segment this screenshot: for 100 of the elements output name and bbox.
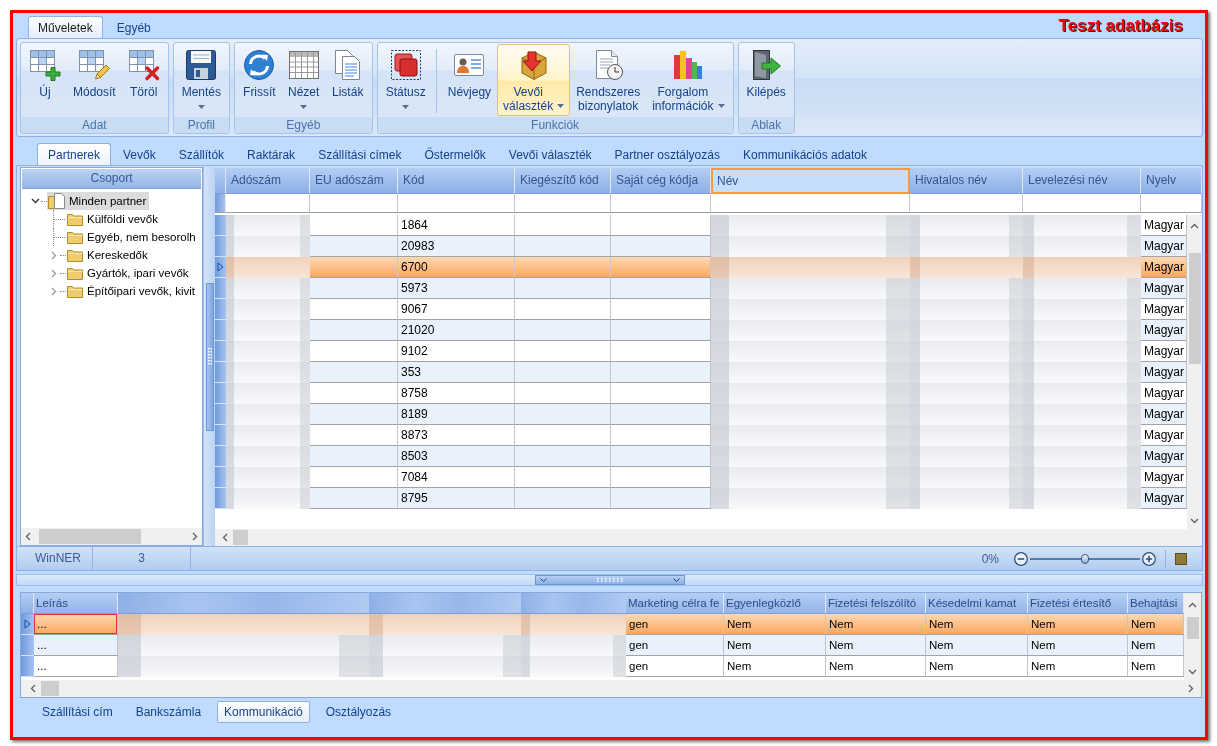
chevron-left-icon[interactable] xyxy=(30,684,36,693)
chevron-right-icon[interactable] xyxy=(51,268,57,278)
table-row[interactable]: 9102 Magyar xyxy=(215,341,1187,362)
ribbon-button[interactable]: Kilépés xyxy=(740,44,792,116)
column-header[interactable]: Marketing célra fe xyxy=(626,593,724,614)
tab[interactable]: Partnerek xyxy=(37,143,112,165)
splitter-bar[interactable] xyxy=(16,574,1203,586)
ribbon-button[interactable]: Frissít xyxy=(237,44,282,116)
filter-field[interactable] xyxy=(398,194,515,213)
column-header[interactable]: Nyelv xyxy=(1141,168,1202,194)
scroll-thumb[interactable] xyxy=(1188,253,1201,364)
table-row[interactable]: 21020 Magyar xyxy=(215,320,1187,341)
chevron-up-icon[interactable] xyxy=(1190,223,1199,229)
table-row[interactable]: 5973 Magyar xyxy=(215,278,1187,299)
filter-field[interactable] xyxy=(515,194,611,213)
zoom-in-icon[interactable] xyxy=(1142,551,1156,566)
ribbon-button[interactable]: Nézet xyxy=(281,44,326,116)
table-row[interactable]: 7084 Magyar xyxy=(215,467,1187,488)
scroll-thumb[interactable] xyxy=(39,529,141,544)
ribbon-button[interactable]: Töröl xyxy=(121,44,166,116)
table-row[interactable]: 8503 Magyar xyxy=(215,446,1187,467)
scrollbar[interactable] xyxy=(21,680,1201,697)
tree-item[interactable]: Kereskedők xyxy=(66,246,151,264)
column-header[interactable]: Kód xyxy=(398,168,515,194)
tab[interactable]: Kommunikációs adatok xyxy=(731,143,878,165)
row-selector[interactable] xyxy=(215,383,226,404)
row-selector[interactable] xyxy=(215,257,226,278)
filter-field[interactable] xyxy=(910,194,1023,213)
scrollbar[interactable] xyxy=(1187,215,1202,529)
ribbon-button[interactable]: Módosít xyxy=(67,44,122,116)
chevron-down-icon[interactable] xyxy=(1190,518,1199,524)
table-row[interactable]: 8758 Magyar xyxy=(215,383,1187,404)
ribbon-button[interactable]: Mentés xyxy=(175,44,228,116)
row-selector[interactable] xyxy=(21,614,34,635)
slider-thumb[interactable] xyxy=(1081,553,1089,564)
column-header[interactable]: Saját cég kódja xyxy=(611,168,711,194)
table-row[interactable]: 8795 Magyar xyxy=(215,488,1187,509)
scroll-thumb[interactable] xyxy=(1186,617,1199,639)
table-row[interactable]: ... gen Nem Nem Nem Nem Nem xyxy=(21,635,1184,656)
column-header[interactable]: Levelezési név xyxy=(1023,168,1141,194)
tab[interactable]: Őstermelők xyxy=(413,143,497,165)
tab[interactable]: Szállítók xyxy=(167,143,236,165)
row-selector[interactable] xyxy=(215,446,226,467)
scrollbar[interactable] xyxy=(1184,593,1201,680)
scrollbar[interactable] xyxy=(21,528,202,545)
tab[interactable]: Bankszámla xyxy=(128,700,209,723)
tab[interactable]: Vevői választék xyxy=(497,143,603,165)
ribbon-button[interactable]: Listák xyxy=(325,44,370,116)
row-selector[interactable] xyxy=(215,404,226,425)
table-row[interactable]: 9067 Magyar xyxy=(215,299,1187,320)
chevron-right-icon[interactable] xyxy=(51,250,57,260)
splitter-handle[interactable] xyxy=(205,282,214,431)
row-selector[interactable] xyxy=(21,635,34,656)
row-selector[interactable] xyxy=(215,215,226,236)
row-selector[interactable] xyxy=(215,362,226,383)
row-selector[interactable] xyxy=(215,488,226,509)
row-selector[interactable] xyxy=(215,278,226,299)
tab[interactable]: Osztályozás xyxy=(318,700,399,723)
column-header[interactable]: Leírás xyxy=(34,593,118,614)
table-row[interactable]: 20983 Magyar xyxy=(215,236,1187,257)
table-row[interactable]: 1864 Magyar xyxy=(215,215,1187,236)
row-selector[interactable] xyxy=(215,341,226,362)
tab[interactable]: Kommunikáció xyxy=(217,700,310,723)
row-selector[interactable] xyxy=(215,236,226,257)
filter-field[interactable] xyxy=(1023,194,1141,213)
filter-field[interactable] xyxy=(611,194,711,213)
zoom-out-icon[interactable] xyxy=(1014,551,1028,566)
ribbon-button[interactable]: Új xyxy=(23,44,67,116)
tree-item[interactable]: Egyéb, nem besorolh xyxy=(66,228,199,246)
filter-field[interactable] xyxy=(711,194,910,213)
chevron-left-icon[interactable] xyxy=(25,532,31,541)
column-header[interactable]: Hivatalos név xyxy=(910,168,1023,194)
filter-field[interactable] xyxy=(1141,194,1202,213)
chevron-up-icon[interactable] xyxy=(1188,602,1197,608)
table-row[interactable]: 8873 Magyar xyxy=(215,425,1187,446)
tab[interactable]: Raktárak xyxy=(236,143,307,165)
column-header[interactable]: Adószám xyxy=(226,168,310,194)
table-row[interactable]: 353 Magyar xyxy=(215,362,1187,383)
column-header[interactable]: Késedelmi kamat xyxy=(926,593,1028,614)
ribbon-button[interactable]: Névjegy xyxy=(441,44,498,116)
chevron-right-icon[interactable] xyxy=(192,532,198,541)
row-selector[interactable] xyxy=(215,467,226,488)
tree-item[interactable]: Gyártók, ipari vevők xyxy=(66,264,192,282)
tab[interactable]: Szállítási címek xyxy=(307,143,413,165)
ribbon-tab[interactable]: Műveletek xyxy=(28,16,103,38)
tab[interactable]: Vevők xyxy=(112,143,167,165)
tree-item[interactable]: Külföldi vevők xyxy=(66,210,161,228)
table-row[interactable]: 6700 Magyar xyxy=(215,257,1187,278)
column-header[interactable]: Fizetési felszólító xyxy=(826,593,926,614)
ribbon-button[interactable]: Státusz xyxy=(379,44,432,116)
row-selector[interactable] xyxy=(215,299,226,320)
tab[interactable]: Partner osztályozás xyxy=(603,143,731,165)
scrollbar[interactable] xyxy=(215,529,1202,546)
table-row[interactable]: ... gen Nem Nem Nem Nem Nem xyxy=(21,656,1184,677)
ribbon-button[interactable]: Forgalom információk xyxy=(646,44,731,116)
chevron-down-icon[interactable] xyxy=(1188,669,1197,675)
tree-item[interactable]: Minden partner xyxy=(47,192,150,210)
column-header[interactable]: EU adószám xyxy=(310,168,398,194)
chevron-right-icon[interactable] xyxy=(51,286,57,296)
filter-field[interactable] xyxy=(226,194,310,213)
